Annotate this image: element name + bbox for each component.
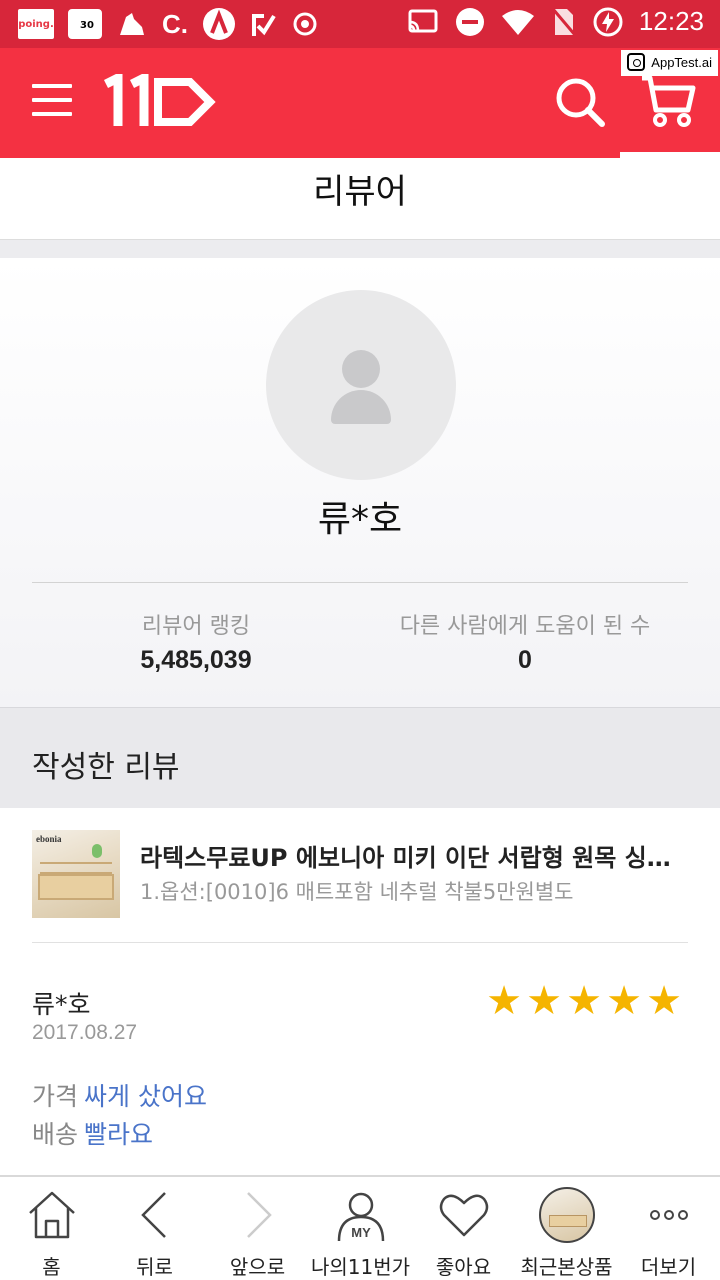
calendar-day: 30	[76, 18, 98, 34]
product-option: 1.옵션:[0010]6 매트포함 네추럴 착불5만원별도	[140, 880, 574, 904]
search-icon	[556, 78, 605, 127]
nav-recent-label: 최근본상품	[520, 1255, 613, 1279]
status-time: 12:23	[638, 6, 704, 36]
page-title-bar: 리뷰어	[0, 158, 720, 240]
nav-more-label: 더보기	[640, 1255, 697, 1279]
record-icon	[292, 8, 318, 40]
menu-icon	[32, 84, 72, 88]
heart-icon	[439, 1194, 488, 1237]
svg-text:MY: MY	[351, 1225, 371, 1240]
11st-logo[interactable]	[102, 74, 218, 130]
written-reviews-header: 작성한 리뷰	[0, 708, 720, 808]
reviewer-ranking: 리뷰어 랭킹 5,485,039	[96, 608, 296, 675]
my-icon: MY	[337, 1192, 384, 1242]
star-icon: ★	[606, 978, 642, 1024]
product-thumbnail[interactable]: ebonia	[32, 830, 120, 918]
nav-forward[interactable]: 앞으로	[206, 1177, 309, 1280]
review-attribute-price: 가격 싸게 샀어요	[32, 1077, 207, 1113]
nav-likes-label: 좋아요	[435, 1255, 492, 1279]
more-icon	[649, 1210, 688, 1220]
nav-recent-products[interactable]: 최근본상품	[515, 1177, 618, 1280]
bottom-nav: 홈 뒤로 앞으로 MY 나의11번가 좋아요 최근본상품 더보기	[0, 1175, 720, 1280]
attribute-value: 싸게 샀어요	[84, 1082, 207, 1111]
avatar	[266, 290, 456, 480]
reviewer-profile: 류*호 리뷰어 랭킹 5,485,039 다른 사람에게 도움이 된 수 0	[0, 258, 720, 708]
check-flag-icon	[250, 8, 278, 40]
nav-my11st-label: 나의11번가	[310, 1255, 411, 1279]
nav-back-label: 뒤로	[136, 1255, 173, 1279]
camera-icon	[627, 53, 646, 71]
helpful-count: 다른 사람에게 도움이 된 수 0	[380, 608, 670, 675]
ranking-label: 리뷰어 랭킹	[141, 614, 251, 639]
app-header: AppTest.ai	[0, 48, 720, 158]
nav-home-label: 홈	[42, 1255, 61, 1279]
cart-icon	[642, 75, 696, 127]
status-bar-notifications: poing. 30 C.	[18, 8, 318, 40]
dnd-icon	[455, 7, 484, 36]
review-author: 류*호	[32, 990, 91, 1019]
star-icon: ★	[566, 978, 602, 1024]
nav-back[interactable]: 뒤로	[103, 1177, 206, 1280]
search-button[interactable]	[552, 74, 608, 130]
reviewer-name: 류*호	[317, 499, 403, 540]
wifi-icon	[501, 9, 534, 35]
nav-more[interactable]: 더보기	[617, 1177, 720, 1280]
battery-charging-icon	[593, 7, 623, 36]
c-app-icon: C.	[162, 8, 188, 39]
apptest-label: AppTest.ai	[651, 55, 712, 70]
status-bar-system: 12:23	[407, 6, 704, 37]
helpful-value: 0	[518, 646, 532, 674]
cart-button[interactable]	[638, 70, 698, 130]
ranking-value: 5,485,039	[140, 646, 252, 674]
forward-icon	[246, 1192, 272, 1238]
attribute-key: 배송	[32, 1120, 79, 1149]
nav-likes[interactable]: 좋아요	[412, 1177, 515, 1280]
user-placeholder-icon	[342, 350, 380, 388]
product-title[interactable]: 라텍스무료UP 에보니아 미키 이단 서랍형 원목 싱글 침대	[140, 838, 688, 873]
rating-stars: ★ ★ ★ ★ ★	[486, 978, 682, 1024]
nav-home[interactable]: 홈	[0, 1177, 103, 1280]
cast-icon	[408, 9, 438, 32]
review-date: 2017.08.27	[32, 1021, 138, 1044]
menu-button[interactable]	[32, 84, 72, 116]
divider	[32, 582, 688, 583]
calendar-icon: 30	[68, 9, 102, 39]
a-app-icon	[202, 8, 236, 40]
helpful-label: 다른 사람에게 도움이 된 수	[399, 614, 651, 639]
shoe-icon	[116, 8, 148, 40]
no-sim-icon	[551, 7, 577, 36]
nav-my11st[interactable]: MY 나의11번가	[309, 1177, 412, 1280]
back-icon	[140, 1192, 166, 1238]
review-attribute-delivery: 배송 빨라요	[32, 1115, 153, 1151]
reviewed-product[interactable]: ebonia 라텍스무료UP 에보니아 미키 이단 서랍형 원목 싱글 침대 1…	[0, 808, 720, 942]
star-icon: ★	[646, 978, 682, 1024]
review-card: 류*호 2017.08.27 ★ ★ ★ ★ ★ 가격 싸게 샀어요 배송 빨라요	[0, 943, 720, 1175]
poing-app-icon: poing.	[18, 9, 54, 39]
section-gap	[0, 240, 720, 258]
home-icon	[28, 1191, 75, 1239]
star-icon: ★	[526, 978, 562, 1024]
nav-forward-label: 앞으로	[229, 1255, 286, 1279]
product-brand: ebonia	[36, 834, 62, 844]
section-title: 작성한 리뷰	[32, 750, 180, 785]
attribute-value: 빨라요	[84, 1120, 154, 1149]
attribute-key: 가격	[32, 1082, 79, 1111]
star-icon: ★	[486, 978, 522, 1024]
status-bar: poing. 30 C. 12:23	[0, 0, 720, 48]
page-title: 리뷰어	[313, 172, 407, 212]
recent-product-thumb	[538, 1187, 595, 1243]
